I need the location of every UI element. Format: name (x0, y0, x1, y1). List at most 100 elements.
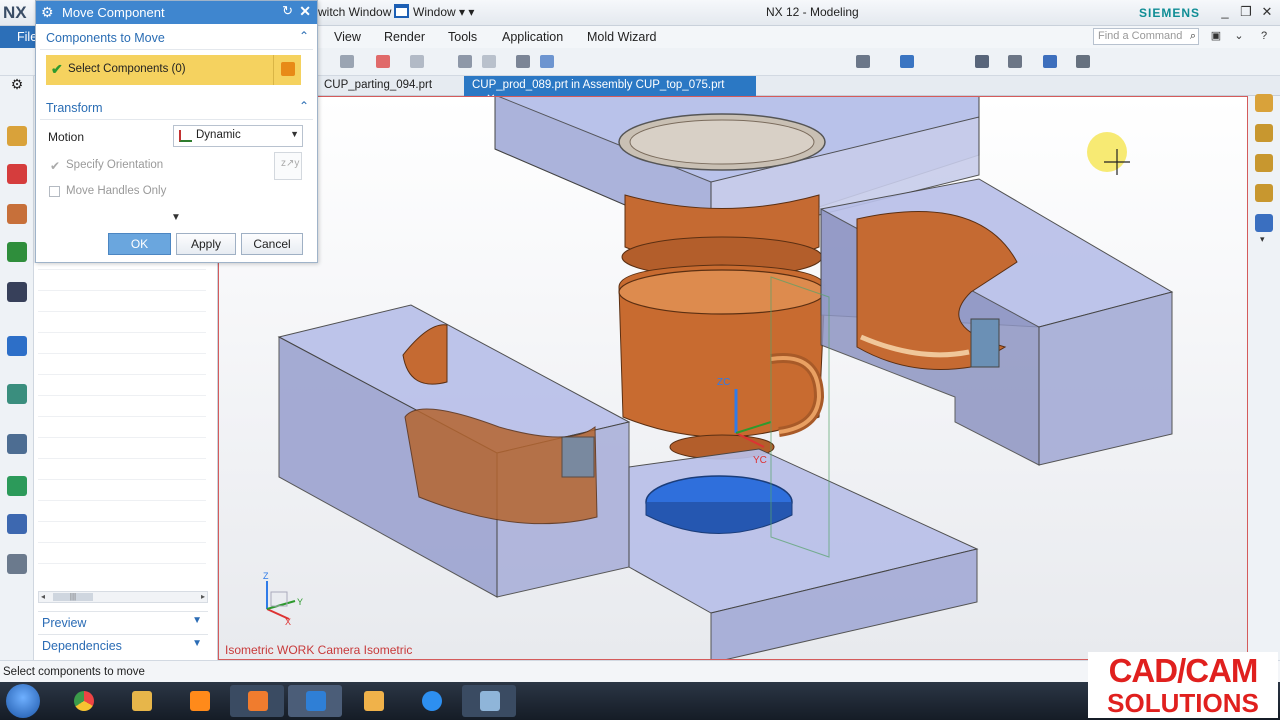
toolbar-icon-6[interactable] (516, 55, 530, 68)
toolbar-icon-11[interactable] (1008, 55, 1022, 68)
toolbar-icon-1[interactable] (340, 55, 354, 68)
clock-icon[interactable] (7, 434, 27, 454)
taskbar-media[interactable] (172, 685, 226, 717)
dependencies-panel[interactable]: Dependencies ▼ (38, 634, 208, 656)
taskbar-chrome[interactable] (56, 685, 110, 717)
switch-window-button[interactable]: witch Window (318, 5, 391, 19)
menu-tools[interactable]: Tools (448, 30, 477, 44)
navigator-row (38, 311, 206, 312)
move-handles-only-checkbox[interactable] (49, 186, 60, 197)
more-options-toggle-icon[interactable]: ▼ (171, 212, 181, 223)
menu-view[interactable]: View (334, 30, 361, 44)
ribbon-window-icon[interactable]: ▣ (1207, 28, 1225, 44)
status-message: Select components to move (3, 666, 145, 678)
palette-icon-3[interactable] (1255, 154, 1273, 172)
navigator-row (38, 479, 206, 480)
toolbar-icon-3[interactable] (410, 55, 424, 68)
side-plate-right[interactable] (820, 178, 1174, 466)
toolbar-icon-4[interactable] (458, 55, 472, 68)
triad-y-label: Y (297, 597, 303, 607)
web-browser-icon[interactable] (7, 336, 27, 356)
palette-icon-2[interactable] (1255, 124, 1273, 142)
side-plate-left[interactable] (277, 304, 631, 598)
assembly-navigator-icon[interactable] (7, 126, 27, 146)
toolbar-icon-9[interactable] (900, 55, 914, 68)
core-plate-bottom[interactable] (628, 448, 979, 660)
scroll-thumb[interactable]: ||| (53, 593, 93, 601)
part-navigator-icon[interactable] (7, 204, 27, 224)
reuse-library-icon[interactable] (7, 242, 27, 262)
history-icon[interactable] (7, 384, 27, 404)
select-object-button[interactable] (273, 55, 301, 85)
scroll-right-icon[interactable]: ▸ (201, 592, 205, 601)
transform-group[interactable]: Transform ⌃ (40, 96, 313, 120)
taskbar-recorder[interactable] (230, 685, 284, 717)
menu-mold-wizard[interactable]: Mold Wizard (587, 30, 656, 44)
menu-render[interactable]: Render (384, 30, 425, 44)
process-studio-icon[interactable] (7, 476, 27, 496)
start-button[interactable] (6, 684, 40, 718)
toolbar-icon-5[interactable] (482, 55, 496, 68)
gear-icon[interactable]: ⚙ (41, 4, 54, 21)
history-palette-icon[interactable] (1255, 94, 1273, 112)
palette-icon-4[interactable] (1255, 184, 1273, 202)
dependencies-label: Dependencies (42, 639, 122, 653)
search-icon[interactable]: ⌕ (1190, 30, 1196, 43)
chevron-up-icon[interactable]: ⌃ (299, 29, 309, 43)
menu-application[interactable]: Application (502, 30, 563, 44)
chevron-down-icon[interactable]: ▾ (1260, 234, 1265, 245)
tab-cup-parting[interactable]: CUP_parting_094.prt (316, 76, 462, 96)
constraint-navigator-icon[interactable] (7, 164, 27, 184)
scroll-left-icon[interactable]: ◂ (41, 592, 45, 601)
chevron-down-icon[interactable]: ▼ (192, 638, 202, 649)
taskbar-sync[interactable] (404, 685, 458, 717)
minimize-button[interactable]: _ (1216, 4, 1234, 20)
graphics-window[interactable]: ZC YC Z Y X Isometric WORK Camera Isomet… (218, 96, 1248, 660)
refresh-icon[interactable] (1255, 214, 1273, 232)
taskbar-nx[interactable] (288, 685, 342, 717)
help-icon[interactable]: ? (1255, 28, 1273, 44)
find-command-input[interactable]: Find a Command ⌕ (1093, 28, 1199, 45)
chevron-up-icon[interactable]: ⌃ (299, 99, 309, 113)
toolbar-icon-7[interactable] (540, 55, 554, 68)
cancel-button[interactable]: Cancel (241, 233, 303, 255)
motion-dropdown[interactable]: Dynamic ▼ (173, 125, 303, 147)
window-menu[interactable]: Window ▾ ▾ (413, 5, 474, 19)
roles-icon[interactable] (7, 554, 27, 574)
manufacturing-wizard-icon[interactable] (7, 514, 27, 534)
view-manager-icon[interactable] (7, 282, 27, 302)
ok-button[interactable]: OK (108, 233, 171, 255)
restore-button[interactable]: ❐ (1237, 4, 1255, 20)
taskbar-window[interactable] (462, 685, 516, 717)
select-components-row[interactable]: ✔ Select Components (0) (46, 55, 301, 85)
chevron-down-icon[interactable]: ▼ (192, 615, 202, 626)
reset-icon[interactable]: ↻ (282, 3, 293, 19)
components-to-move-group[interactable]: Components to Move ⌃ (40, 26, 313, 50)
navigator-scrollbar[interactable]: ◂ ||| ▸ (38, 591, 208, 603)
tab-label: CUP_prod_089.prt in Assembly CUP_top_075… (472, 79, 725, 91)
navigator-row (38, 395, 206, 396)
move-component-dialog: ⚙ Move Component ↻ ✕ Components to Move … (35, 0, 318, 263)
close-window-button[interactable]: ✕ (1258, 4, 1276, 20)
specify-orientation-button[interactable]: z↗y (274, 152, 302, 180)
dialog-title-bar[interactable]: ⚙ Move Component ↻ ✕ (36, 1, 317, 24)
taskbar-powerpoint[interactable] (346, 685, 400, 717)
preview-panel[interactable]: Preview ▼ (38, 611, 208, 633)
toolbar-icon-10[interactable] (975, 55, 989, 68)
tab-cup-prod[interactable]: CUP_prod_089.prt in Assembly CUP_top_075… (464, 76, 756, 105)
toolbar-icon-8[interactable] (856, 55, 870, 68)
dynamic-csys-icon (179, 130, 192, 142)
cup-lower[interactable] (618, 264, 826, 460)
taskbar-explorer[interactable] (114, 685, 168, 717)
resource-bar: ⚙ (0, 76, 34, 660)
apply-button[interactable]: Apply (176, 233, 236, 255)
settings-gear-icon[interactable]: ⚙ (7, 76, 27, 94)
toolbar-icon-12[interactable] (1043, 55, 1057, 68)
toolbar-icon-13[interactable] (1076, 55, 1090, 68)
file-tab[interactable]: File (0, 26, 37, 48)
ribbon-collapse-icon[interactable]: ⌄ (1230, 28, 1248, 44)
group-title: Components to Move (46, 31, 165, 45)
right-toolbar: ▾ (1248, 94, 1280, 660)
close-icon[interactable]: ✕ (299, 3, 311, 20)
toolbar-icon-2[interactable] (376, 55, 390, 68)
